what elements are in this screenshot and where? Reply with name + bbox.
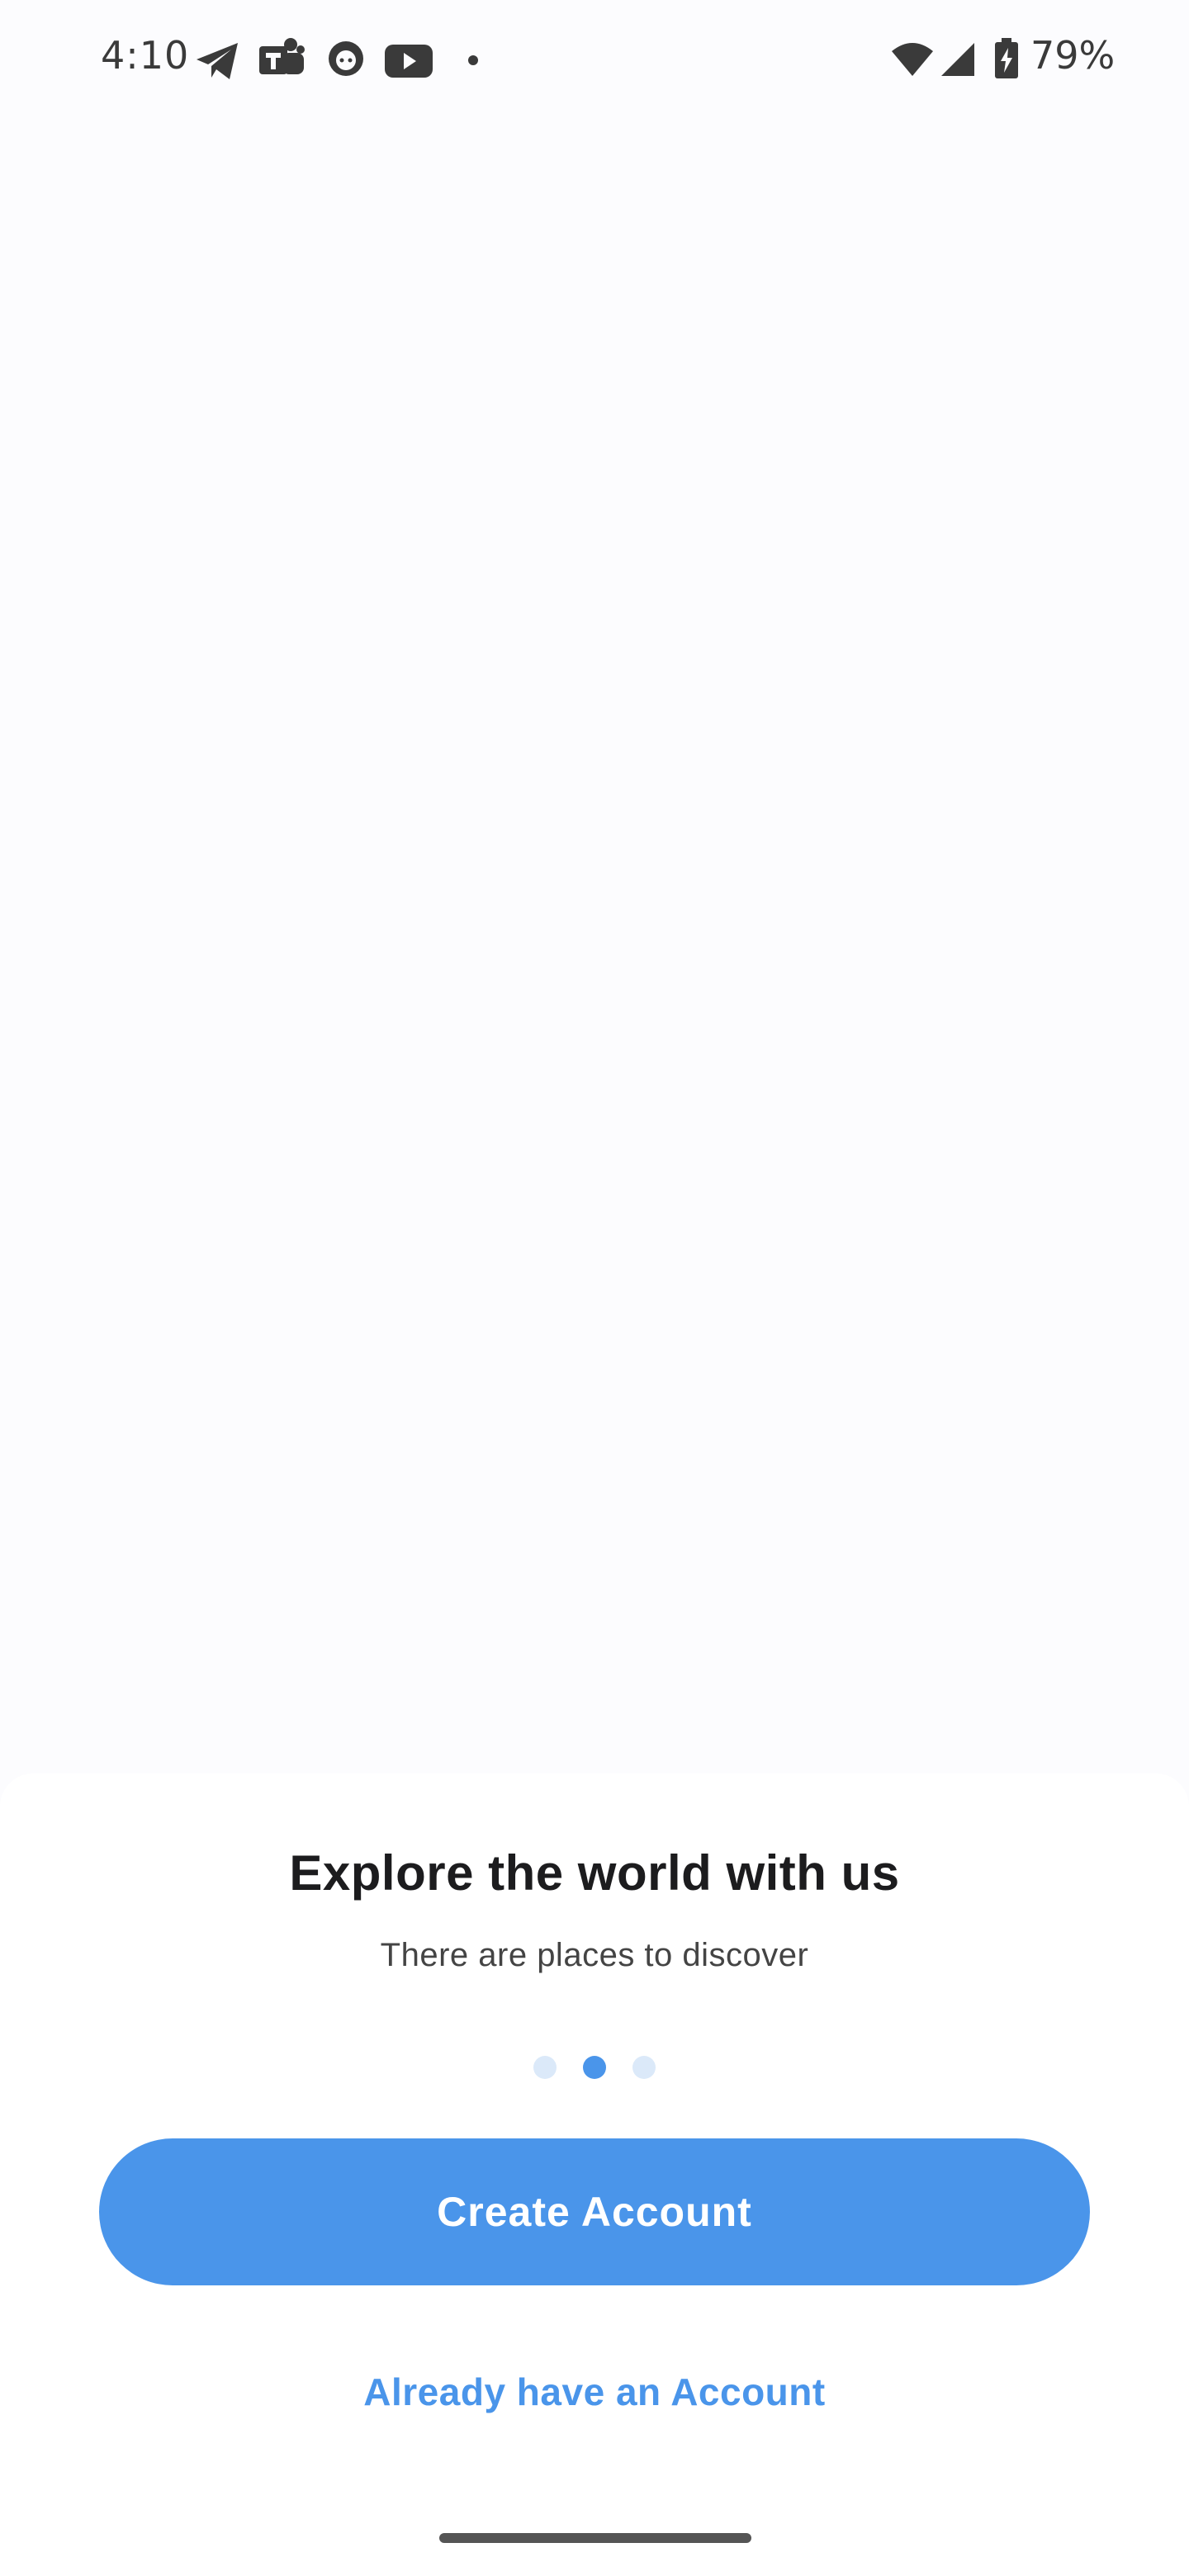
telegram-icon bbox=[195, 41, 241, 85]
github-icon bbox=[327, 40, 365, 82]
onboarding-sheet: Explore the world with us There are plac… bbox=[0, 1773, 1189, 2576]
create-account-button[interactable]: Create Account bbox=[99, 2138, 1090, 2285]
signal-icon bbox=[940, 41, 976, 82]
already-have-account-link[interactable]: Already have an Account bbox=[0, 2370, 1189, 2414]
status-time: 4:10 bbox=[101, 33, 190, 78]
home-indicator[interactable] bbox=[439, 2533, 751, 2543]
status-bar: 4:10 79% bbox=[0, 0, 1189, 116]
onboarding-subtitle: There are places to discover bbox=[380, 1937, 809, 1973]
wifi-icon bbox=[890, 41, 935, 82]
onboarding-title: Explore the world with us bbox=[289, 1845, 900, 1901]
teams-icon bbox=[258, 36, 306, 87]
battery-charging-icon bbox=[994, 38, 1019, 83]
battery-percentage: 79% bbox=[1030, 33, 1116, 78]
youtube-icon bbox=[385, 45, 433, 82]
page-dot-2 bbox=[583, 2056, 606, 2079]
page-indicator bbox=[0, 2056, 1189, 2081]
page-dot-3 bbox=[632, 2056, 656, 2079]
page-dot-1 bbox=[533, 2056, 557, 2079]
dot-icon bbox=[467, 54, 479, 70]
